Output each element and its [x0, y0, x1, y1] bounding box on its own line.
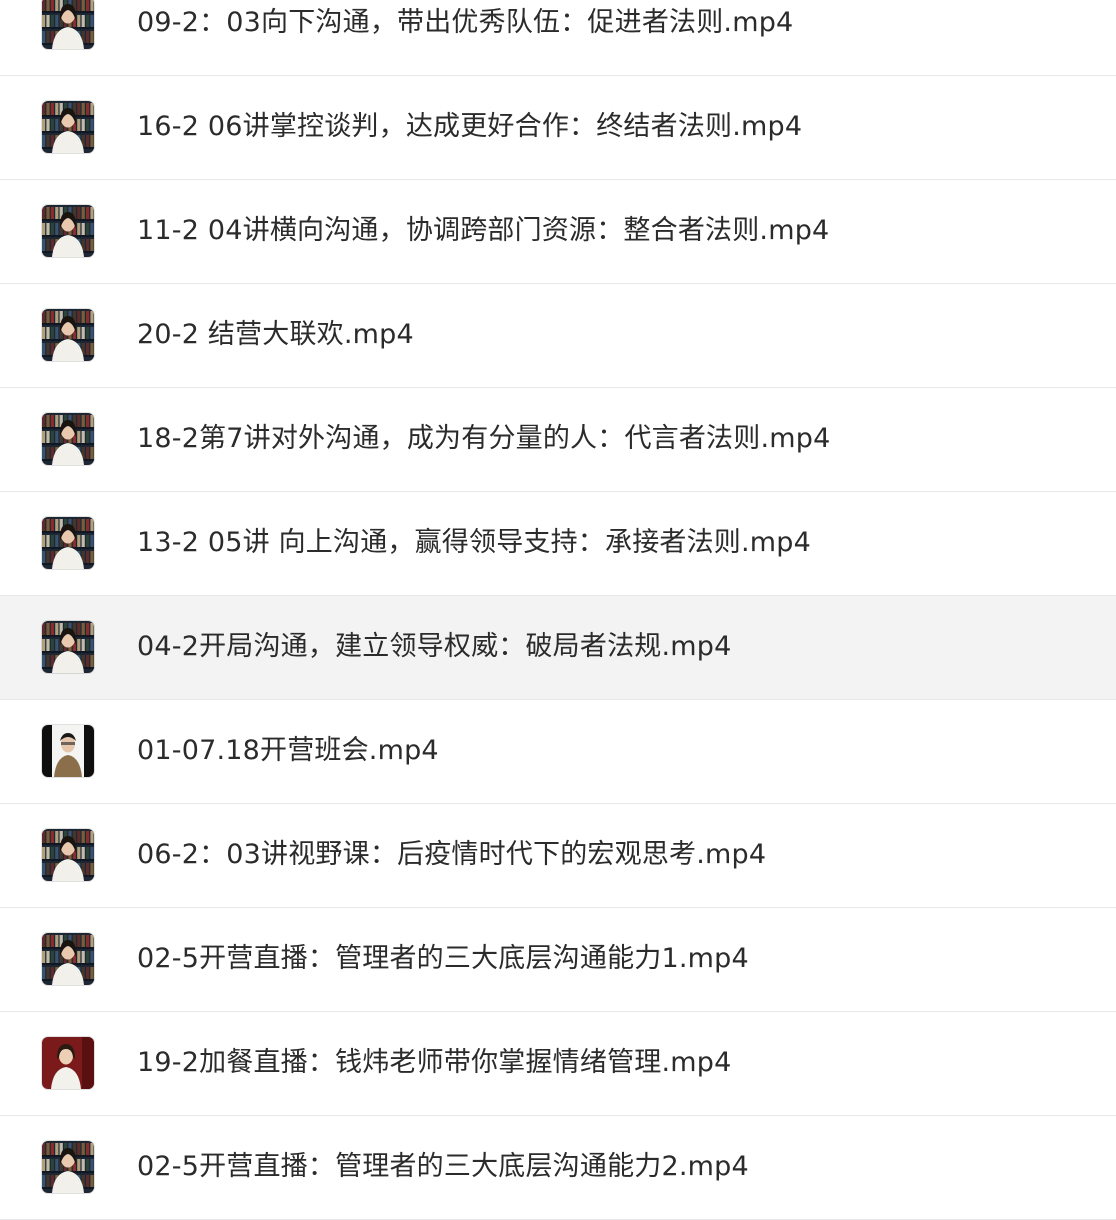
file-name: 19-2加餐直播：钱炜老师带你掌握情绪管理.mp4: [137, 1047, 732, 1078]
file-row[interactable]: 19-2加餐直播：钱炜老师带你掌握情绪管理.mp4: [0, 1012, 1116, 1116]
file-row[interactable]: 02-5开营直播：管理者的三大底层沟通能力2.mp4: [0, 1116, 1116, 1220]
thumbnail-image: [42, 829, 94, 881]
file-row[interactable]: 01-07.18开营班会.mp4: [0, 700, 1116, 804]
file-row[interactable]: 06-2：03讲视野课：后疫情时代下的宏观思考.mp4: [0, 804, 1116, 908]
thumbnail-image: [42, 0, 94, 49]
video-thumbnail: [42, 725, 94, 777]
file-row[interactable]: 13-2 05讲 向上沟通，赢得领导支持：承接者法则.mp4: [0, 492, 1116, 596]
thumbnail-image: [42, 309, 94, 361]
file-row[interactable]: 16-2 06讲掌控谈判，达成更好合作：终结者法则.mp4: [0, 76, 1116, 180]
video-thumbnail: [42, 933, 94, 985]
thumbnail-image: [42, 621, 94, 673]
video-thumbnail: [42, 413, 94, 465]
file-row-selected[interactable]: 04-2开局沟通，建立领导权威：破局者法规.mp4: [0, 596, 1116, 700]
file-row[interactable]: 09-2：03向下沟通，带出优秀队伍：促进者法则.mp4: [0, 0, 1116, 76]
video-thumbnail: [42, 205, 94, 257]
thumbnail-image: [42, 517, 94, 569]
file-row[interactable]: 20-2 结营大联欢.mp4: [0, 284, 1116, 388]
file-row[interactable]: 18-2第7讲对外沟通，成为有分量的人：代言者法则.mp4: [0, 388, 1116, 492]
file-name: 09-2：03向下沟通，带出优秀队伍：促进者法则.mp4: [137, 7, 794, 38]
file-name: 04-2开局沟通，建立领导权威：破局者法规.mp4: [137, 631, 732, 662]
file-name: 02-5开营直播：管理者的三大底层沟通能力1.mp4: [137, 943, 749, 974]
file-name: 16-2 06讲掌控谈判，达成更好合作：终结者法则.mp4: [137, 111, 803, 142]
thumbnail-image: [42, 725, 94, 777]
thumbnail-image: [42, 101, 94, 153]
video-thumbnail: [42, 1037, 94, 1089]
video-thumbnail: [42, 309, 94, 361]
video-thumbnail: [42, 1141, 94, 1193]
video-thumbnail: [42, 621, 94, 673]
thumbnail-image: [42, 1037, 94, 1089]
video-thumbnail: [42, 0, 94, 49]
thumbnail-image: [42, 933, 94, 985]
thumbnail-image: [42, 1141, 94, 1193]
file-name: 01-07.18开营班会.mp4: [137, 735, 439, 766]
file-name: 11-2 04讲横向沟通，协调跨部门资源：整合者法则.mp4: [137, 215, 830, 246]
file-list: 09-2：03向下沟通，带出优秀队伍：促进者法则.mp4 16-2 06讲掌控谈…: [0, 0, 1116, 1220]
file-name: 20-2 结营大联欢.mp4: [137, 319, 414, 350]
video-thumbnail: [42, 829, 94, 881]
file-name: 06-2：03讲视野课：后疫情时代下的宏观思考.mp4: [137, 839, 767, 870]
thumbnail-image: [42, 205, 94, 257]
file-row[interactable]: 02-5开营直播：管理者的三大底层沟通能力1.mp4: [0, 908, 1116, 1012]
file-name: 13-2 05讲 向上沟通，赢得领导支持：承接者法则.mp4: [137, 527, 811, 558]
video-thumbnail: [42, 101, 94, 153]
file-row[interactable]: 11-2 04讲横向沟通，协调跨部门资源：整合者法则.mp4: [0, 180, 1116, 284]
file-name: 02-5开营直播：管理者的三大底层沟通能力2.mp4: [137, 1151, 749, 1182]
thumbnail-image: [42, 413, 94, 465]
video-thumbnail: [42, 517, 94, 569]
file-name: 18-2第7讲对外沟通，成为有分量的人：代言者法则.mp4: [137, 423, 831, 454]
